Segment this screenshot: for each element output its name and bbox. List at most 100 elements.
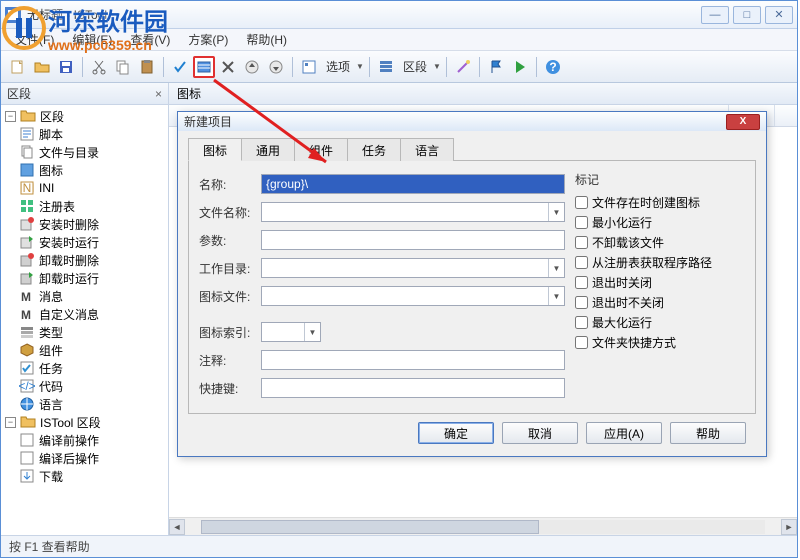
iconfile-combo[interactable]: ▼ xyxy=(261,286,565,306)
checkbox[interactable] xyxy=(575,216,588,229)
cancel-button[interactable]: 取消 xyxy=(502,422,578,444)
flag-checkbox[interactable]: 最大化运行 xyxy=(575,312,745,332)
name-input[interactable]: {group}\ xyxy=(261,174,565,194)
dropdown-icon[interactable]: ▼ xyxy=(548,287,564,305)
help-button[interactable]: 帮助 xyxy=(670,422,746,444)
tab-general[interactable]: 通用 xyxy=(241,138,295,161)
apply-button[interactable]: 应用(A) xyxy=(586,422,662,444)
checkbox[interactable] xyxy=(575,336,588,349)
save-icon[interactable] xyxy=(55,56,77,78)
dialog-close-button[interactable]: X xyxy=(726,114,760,130)
flag-checkbox[interactable]: 最小化运行 xyxy=(575,212,745,232)
check-icon[interactable] xyxy=(169,56,191,78)
collapse-icon[interactable]: − xyxy=(5,111,16,122)
flag-checkbox[interactable]: 文件存在时创建图标 xyxy=(575,192,745,212)
scroll-left-icon[interactable]: ◄ xyxy=(169,519,185,535)
checkbox[interactable] xyxy=(575,196,588,209)
scroll-track[interactable] xyxy=(201,520,765,534)
down-icon[interactable] xyxy=(265,56,287,78)
tab-icon[interactable]: 图标 xyxy=(188,138,242,161)
paste-icon[interactable] xyxy=(136,56,158,78)
menu-scheme[interactable]: 方案(P) xyxy=(180,29,236,50)
flag-checkbox[interactable]: 从注册表获取程序路径 xyxy=(575,252,745,272)
checkbox[interactable] xyxy=(575,276,588,289)
tab-languages[interactable]: 语言 xyxy=(400,138,454,161)
filename-combo[interactable]: ▼ xyxy=(261,202,565,222)
workdir-combo[interactable]: ▼ xyxy=(261,258,565,278)
minimize-button[interactable]: — xyxy=(701,6,729,24)
close-button[interactable]: ✕ xyxy=(765,6,793,24)
horizontal-scrollbar[interactable]: ◄ ► xyxy=(169,517,797,535)
comment-input[interactable] xyxy=(261,350,565,370)
tree-item[interactable]: INIINI xyxy=(1,179,168,197)
flag-checkbox[interactable]: 文件夹快捷方式 xyxy=(575,332,745,352)
tree-item[interactable]: 卸载时删除 xyxy=(1,251,168,269)
checkbox[interactable] xyxy=(575,296,588,309)
menu-edit[interactable]: 编辑(E) xyxy=(64,29,120,50)
tree[interactable]: −区段 脚本 文件与目录 图标 INIINI 注册表 安装时删除 安装时运行 卸… xyxy=(1,105,168,535)
menu-file[interactable]: 文件(F) xyxy=(7,29,62,50)
checkbox[interactable] xyxy=(575,316,588,329)
tree-root-istool[interactable]: −ISTool 区段 xyxy=(1,413,168,431)
dropdown-icon[interactable]: ▼ xyxy=(548,203,564,221)
menu-view[interactable]: 查看(V) xyxy=(122,29,178,50)
options-label[interactable]: 选项 xyxy=(322,58,354,75)
flag-checkbox[interactable]: 退出时关闭 xyxy=(575,272,745,292)
tab-tasks[interactable]: 任务 xyxy=(347,138,401,161)
dropdown-icon[interactable]: ▼ xyxy=(548,259,564,277)
tree-item[interactable]: </>代码 xyxy=(1,377,168,395)
options-icon[interactable] xyxy=(298,56,320,78)
params-input[interactable] xyxy=(261,230,565,250)
label-iconindex: 图标索引: xyxy=(199,324,261,341)
tree-item[interactable]: 下载 xyxy=(1,467,168,485)
maximize-button[interactable]: □ xyxy=(733,6,761,24)
tree-item[interactable]: 组件 xyxy=(1,341,168,359)
tree-item[interactable]: 编译前操作 xyxy=(1,431,168,449)
flag-icon[interactable] xyxy=(485,56,507,78)
tree-item[interactable]: 文件与目录 xyxy=(1,143,168,161)
hotkey-input[interactable] xyxy=(261,378,565,398)
custom-messages-icon: M xyxy=(19,306,35,322)
tree-item[interactable]: 编译后操作 xyxy=(1,449,168,467)
tree-root[interactable]: −区段 xyxy=(1,107,168,125)
checkbox[interactable] xyxy=(575,256,588,269)
help-icon[interactable]: ? xyxy=(542,56,564,78)
tree-item[interactable]: 语言 xyxy=(1,395,168,413)
tree-item[interactable]: 安装时运行 xyxy=(1,233,168,251)
delete-icon[interactable] xyxy=(217,56,239,78)
tree-item[interactable]: 注册表 xyxy=(1,197,168,215)
tree-item[interactable]: 安装时删除 xyxy=(1,215,168,233)
iconindex-combo[interactable]: ▼ xyxy=(261,322,321,342)
dialog-title: 新建项目 xyxy=(184,113,232,130)
play-icon[interactable] xyxy=(509,56,531,78)
new-icon[interactable] xyxy=(7,56,29,78)
tree-item[interactable]: 卸载时运行 xyxy=(1,269,168,287)
sections-icon[interactable] xyxy=(375,56,397,78)
sidebar-close-icon[interactable]: × xyxy=(155,87,162,101)
ok-button[interactable]: 确定 xyxy=(418,422,494,444)
scroll-right-icon[interactable]: ► xyxy=(781,519,797,535)
scroll-thumb[interactable] xyxy=(201,520,539,534)
copy-icon[interactable] xyxy=(112,56,134,78)
up-icon[interactable] xyxy=(241,56,263,78)
tree-item[interactable]: 图标 xyxy=(1,161,168,179)
flag-checkbox[interactable]: 退出时不关闭 xyxy=(575,292,745,312)
cut-icon[interactable] xyxy=(88,56,110,78)
flag-checkbox[interactable]: 不卸载该文件 xyxy=(575,232,745,252)
checkbox[interactable] xyxy=(575,236,588,249)
tree-item[interactable]: M消息 xyxy=(1,287,168,305)
wand-icon[interactable] xyxy=(452,56,474,78)
highlighted-tool-icon[interactable] xyxy=(193,56,215,78)
tree-item[interactable]: 类型 xyxy=(1,323,168,341)
flags-header: 标记 xyxy=(575,171,745,188)
messages-icon: M xyxy=(19,288,35,304)
collapse-icon[interactable]: − xyxy=(5,417,16,428)
open-icon[interactable] xyxy=(31,56,53,78)
tab-components[interactable]: 组件 xyxy=(294,138,348,161)
menu-help[interactable]: 帮助(H) xyxy=(238,29,295,50)
dropdown-icon[interactable]: ▼ xyxy=(304,323,320,341)
tree-item[interactable]: M自定义消息 xyxy=(1,305,168,323)
sections-label[interactable]: 区段 xyxy=(399,58,431,75)
tree-item[interactable]: 任务 xyxy=(1,359,168,377)
tree-item[interactable]: 脚本 xyxy=(1,125,168,143)
